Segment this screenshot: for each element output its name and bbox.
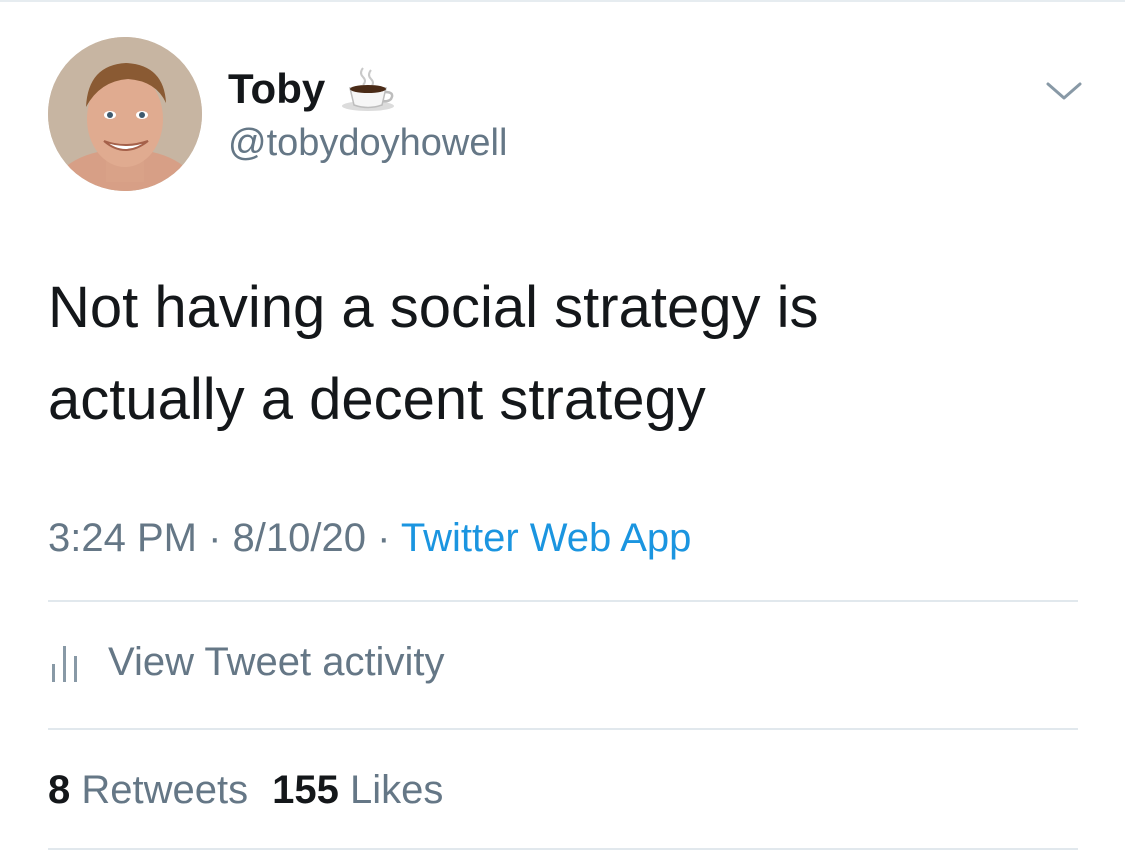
- chevron-down-icon[interactable]: [1044, 76, 1084, 106]
- divider: [48, 848, 1078, 850]
- tweet-text: Not having a social strategy is actually …: [48, 262, 1078, 446]
- tweet-source-link[interactable]: Twitter Web App: [401, 516, 692, 560]
- tweet-text-line-2: actually a decent strategy: [48, 367, 706, 432]
- top-border: [0, 0, 1125, 2]
- retweets-count: 8: [48, 768, 71, 812]
- coffee-icon: [341, 66, 397, 112]
- avatar[interactable]: [48, 37, 202, 191]
- tweet-meta: 3:24 PM · 8/10/20 · Twitter Web App: [48, 512, 691, 564]
- likes-stat[interactable]: 155 Likes: [272, 768, 443, 812]
- view-activity-button[interactable]: View Tweet activity: [48, 634, 444, 690]
- display-name[interactable]: Toby: [228, 68, 325, 110]
- divider: [48, 600, 1078, 602]
- tweet-time: 3:24 PM: [48, 516, 197, 560]
- meta-separator: ·: [377, 516, 391, 560]
- likes-label: Likes: [350, 768, 444, 812]
- retweets-label: Retweets: [81, 768, 249, 812]
- tweet-date: 8/10/20: [232, 516, 367, 560]
- author-name-row[interactable]: Toby: [228, 62, 397, 116]
- retweets-stat[interactable]: 8 Retweets: [48, 768, 248, 812]
- likes-count: 155: [272, 768, 339, 812]
- author-handle[interactable]: @tobydoyhowell: [228, 120, 507, 166]
- divider: [48, 728, 1078, 730]
- bar-chart-icon: [48, 640, 84, 684]
- tweet-text-line-1: Not having a social strategy is: [48, 275, 819, 340]
- meta-separator: ·: [208, 516, 222, 560]
- view-activity-label: View Tweet activity: [108, 640, 445, 684]
- engagement-stats: 8 Retweets 155 Likes: [48, 764, 443, 816]
